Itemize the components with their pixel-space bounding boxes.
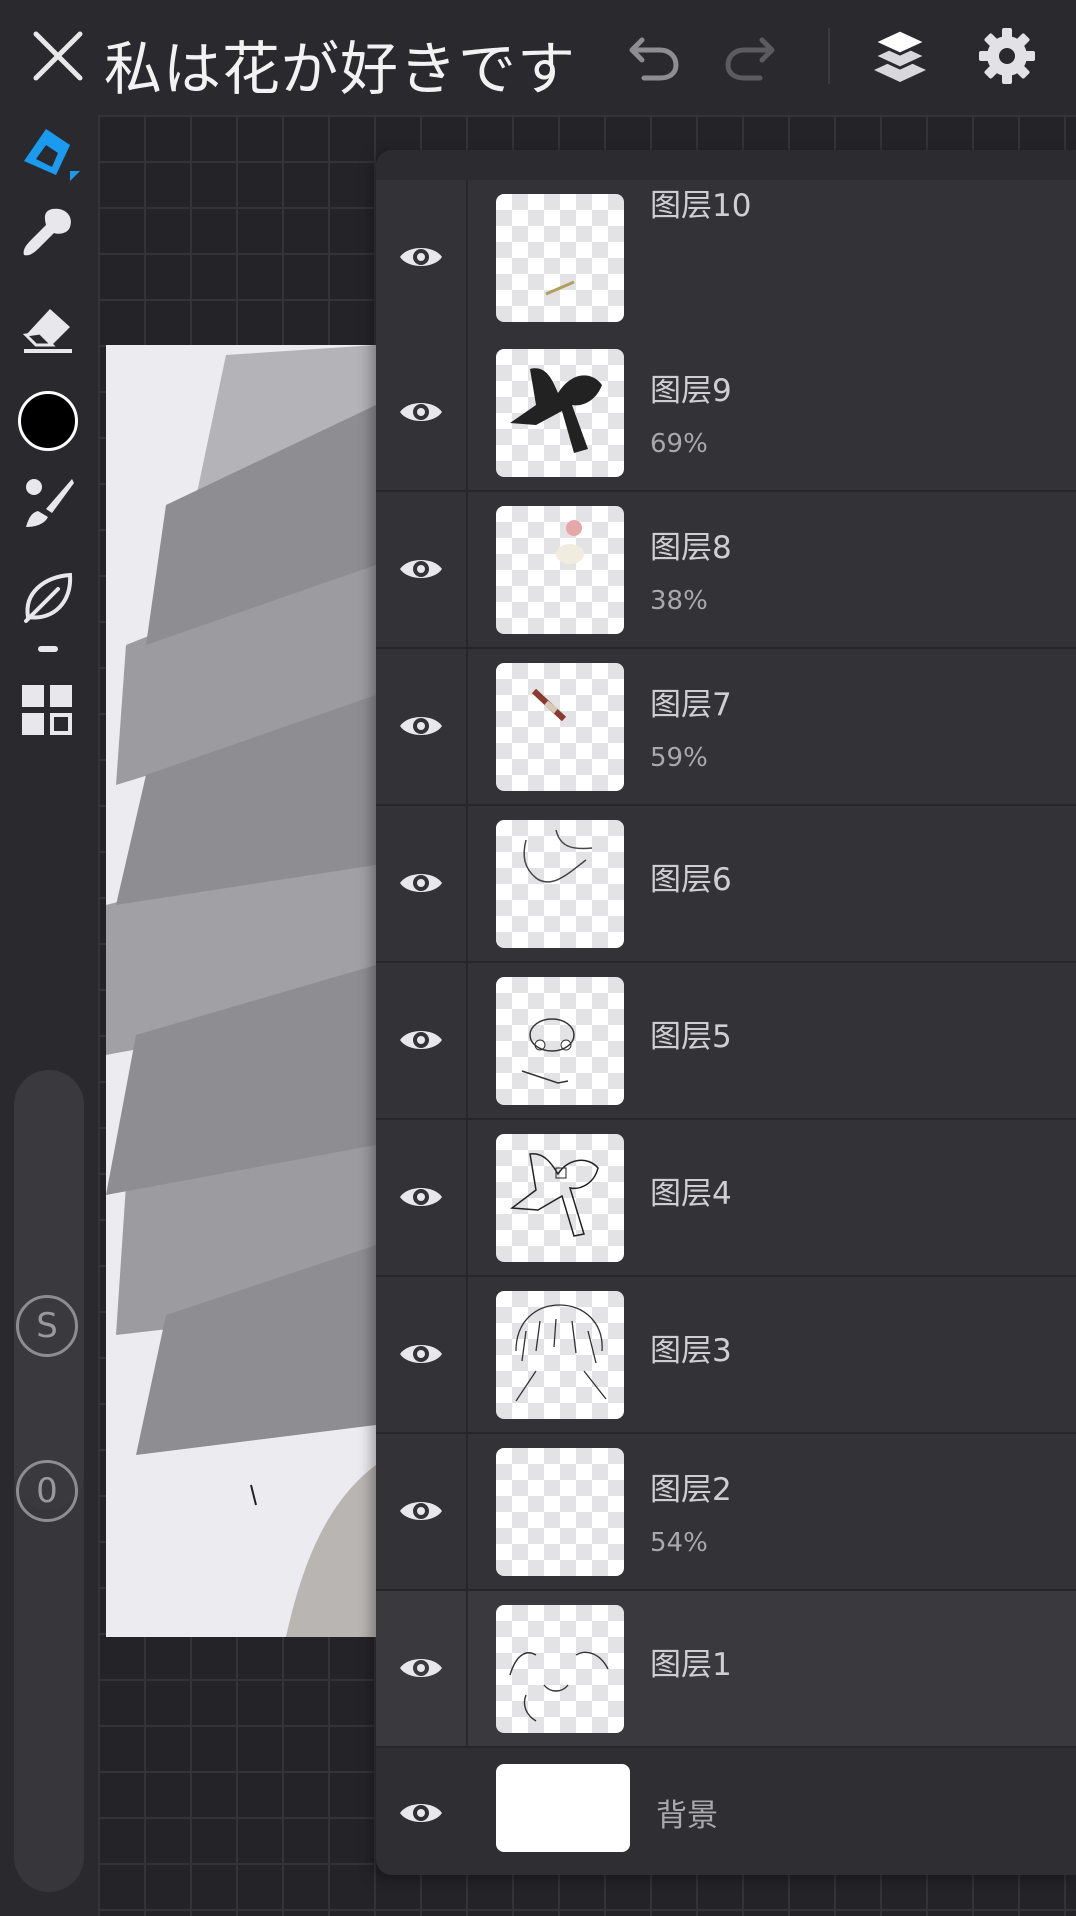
layers-panel: 图层10 图层9 69% 图层8 38% 图层7 59% 图层6 图层5 图层4… bbox=[376, 150, 1076, 1875]
brush-icon bbox=[26, 479, 74, 527]
layer-row-background[interactable]: 背景 bbox=[376, 1748, 1076, 1875]
redo-icon[interactable] bbox=[718, 24, 782, 88]
layer-thumbnail bbox=[496, 1448, 624, 1576]
layer-thumbnail bbox=[496, 349, 624, 477]
visibility-eye-icon[interactable] bbox=[396, 858, 446, 908]
layer-row-9[interactable]: 图层9 69% bbox=[376, 335, 1076, 492]
layer-opacity: 69% bbox=[650, 429, 708, 459]
row-divider bbox=[466, 1434, 468, 1589]
layer-name: 图层5 bbox=[650, 1019, 732, 1055]
smudge-icon bbox=[23, 208, 71, 256]
layer-opacity: 38% bbox=[650, 586, 708, 616]
layer-name: 图层2 bbox=[650, 1472, 732, 1508]
grid-tool-button[interactable] bbox=[10, 673, 86, 749]
scroll-hint bbox=[38, 646, 58, 652]
layer-thumbnail bbox=[496, 663, 624, 791]
leaf-tool-button[interactable] bbox=[10, 559, 86, 635]
visibility-eye-icon[interactable] bbox=[396, 544, 446, 594]
layer-row-7[interactable]: 图层7 59% bbox=[376, 649, 1076, 806]
opacity-button[interactable]: 0 bbox=[16, 1460, 78, 1522]
row-divider bbox=[466, 963, 468, 1118]
layer-opacity: 59% bbox=[650, 743, 708, 773]
layer-thumbnail bbox=[496, 977, 624, 1105]
pen-icon bbox=[24, 129, 80, 181]
document-title: 私は花が好きです bbox=[104, 35, 577, 103]
artwork-strokes bbox=[106, 345, 376, 1637]
layer-thumbnail bbox=[496, 194, 624, 322]
smudge-tool-button[interactable] bbox=[10, 195, 86, 271]
grid-icon bbox=[22, 685, 72, 735]
row-divider bbox=[466, 1591, 468, 1746]
color-picker-button[interactable] bbox=[10, 383, 86, 459]
layer-name: 图层7 bbox=[650, 687, 732, 723]
layer-name: 图层6 bbox=[650, 862, 732, 898]
layer-list[interactable]: 图层10 图层9 69% 图层8 38% 图层7 59% 图层6 图层5 图层4… bbox=[376, 180, 1076, 1875]
brush-size-slider[interactable] bbox=[14, 1070, 84, 1510]
layer-row-1[interactable]: 图层1 bbox=[376, 1591, 1076, 1748]
layer-row-3[interactable]: 图层3 bbox=[376, 1277, 1076, 1434]
layer-row-5[interactable]: 图层5 bbox=[376, 963, 1076, 1120]
visibility-eye-icon[interactable] bbox=[396, 1643, 446, 1693]
visibility-eye-icon[interactable] bbox=[396, 232, 446, 282]
pen-tool-button[interactable] bbox=[10, 115, 86, 191]
row-divider bbox=[466, 1277, 468, 1432]
layer-row-10[interactable]: 图层10 bbox=[376, 180, 1076, 337]
layer-thumbnail bbox=[496, 1605, 624, 1733]
visibility-eye-icon[interactable] bbox=[396, 1329, 446, 1379]
layer-name: 图层1 bbox=[650, 1647, 732, 1683]
left-toolbar: S 0 bbox=[0, 115, 98, 1916]
close-icon[interactable] bbox=[30, 28, 86, 84]
row-divider bbox=[466, 335, 468, 490]
eraser-tool-button[interactable] bbox=[10, 291, 86, 367]
current-color-swatch bbox=[18, 391, 78, 451]
visibility-eye-icon[interactable] bbox=[396, 387, 446, 437]
layer-row-8[interactable]: 图层8 38% bbox=[376, 492, 1076, 649]
top-bar: 私は花が好きです bbox=[0, 0, 1076, 115]
layer-thumbnail bbox=[496, 820, 624, 948]
layers-icon[interactable] bbox=[868, 24, 932, 88]
layer-row-4[interactable]: 图层4 bbox=[376, 1120, 1076, 1277]
layer-opacity: 54% bbox=[650, 1528, 708, 1558]
visibility-eye-icon[interactable] bbox=[396, 1015, 446, 1065]
eraser-icon bbox=[22, 309, 72, 353]
layer-name: 图层8 bbox=[650, 530, 732, 566]
settings-gear-icon[interactable] bbox=[975, 24, 1039, 88]
undo-icon[interactable] bbox=[622, 24, 686, 88]
leaf-icon bbox=[24, 572, 73, 623]
background-thumbnail bbox=[496, 1764, 630, 1852]
artwork-canvas[interactable] bbox=[106, 345, 376, 1637]
layer-thumbnail bbox=[496, 1291, 624, 1419]
layer-thumbnail bbox=[496, 1134, 624, 1262]
layer-name: 图层3 bbox=[650, 1333, 732, 1369]
brush-tool-button[interactable] bbox=[10, 465, 86, 541]
visibility-eye-icon[interactable] bbox=[396, 1486, 446, 1536]
visibility-eye-icon[interactable] bbox=[396, 1788, 446, 1838]
divider bbox=[828, 28, 830, 84]
row-divider bbox=[466, 649, 468, 804]
layer-row-6[interactable]: 图层6 bbox=[376, 806, 1076, 963]
layer-name: 图层4 bbox=[650, 1176, 732, 1212]
size-button[interactable]: S bbox=[16, 1295, 78, 1357]
layer-row-2[interactable]: 图层2 54% bbox=[376, 1434, 1076, 1591]
row-divider bbox=[466, 492, 468, 647]
visibility-eye-icon[interactable] bbox=[396, 1172, 446, 1222]
visibility-eye-icon[interactable] bbox=[396, 701, 446, 751]
layer-name: 图层9 bbox=[650, 373, 732, 409]
row-divider bbox=[466, 180, 468, 335]
layer-name: 图层10 bbox=[650, 188, 752, 224]
row-divider bbox=[466, 1120, 468, 1275]
layer-thumbnail bbox=[496, 506, 624, 634]
row-divider bbox=[466, 806, 468, 961]
layer-name: 背景 bbox=[656, 1798, 718, 1834]
